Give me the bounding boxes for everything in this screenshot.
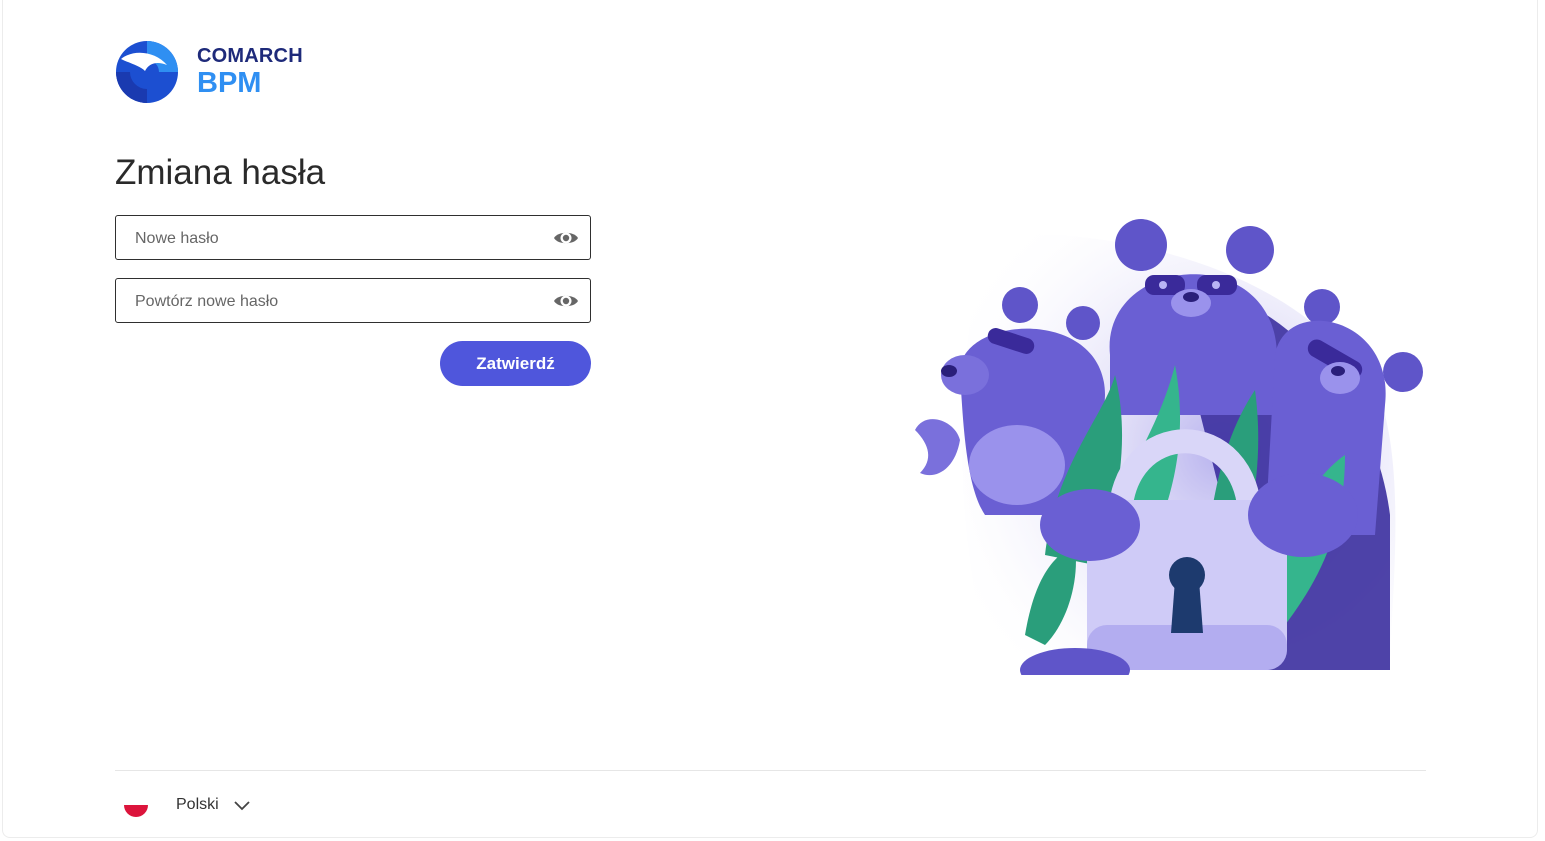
new-password-field: [115, 215, 591, 261]
brand-company: COMARCH: [197, 44, 303, 67]
eye-icon[interactable]: [553, 291, 579, 311]
language-label: Polski: [176, 796, 219, 813]
language-selector[interactable]: Polski: [120, 790, 251, 820]
footer-divider: [115, 770, 1426, 771]
repeat-password-field: [115, 278, 591, 324]
comarch-bpm-logo: COMARCH BPM: [115, 39, 303, 104]
poland-flag-icon: [124, 793, 148, 817]
chevron-down-icon: [234, 801, 250, 811]
bears-padlock-illustration: [915, 219, 1423, 675]
submit-button[interactable]: Zatwierdź: [440, 341, 591, 386]
new-password-input[interactable]: [133, 216, 537, 261]
comarch-logo-icon: [116, 41, 178, 103]
brand-product: BPM: [197, 66, 262, 99]
eye-icon[interactable]: [553, 228, 579, 248]
repeat-password-input[interactable]: [133, 279, 537, 324]
page-title: Zmiana hasła: [115, 153, 326, 192]
